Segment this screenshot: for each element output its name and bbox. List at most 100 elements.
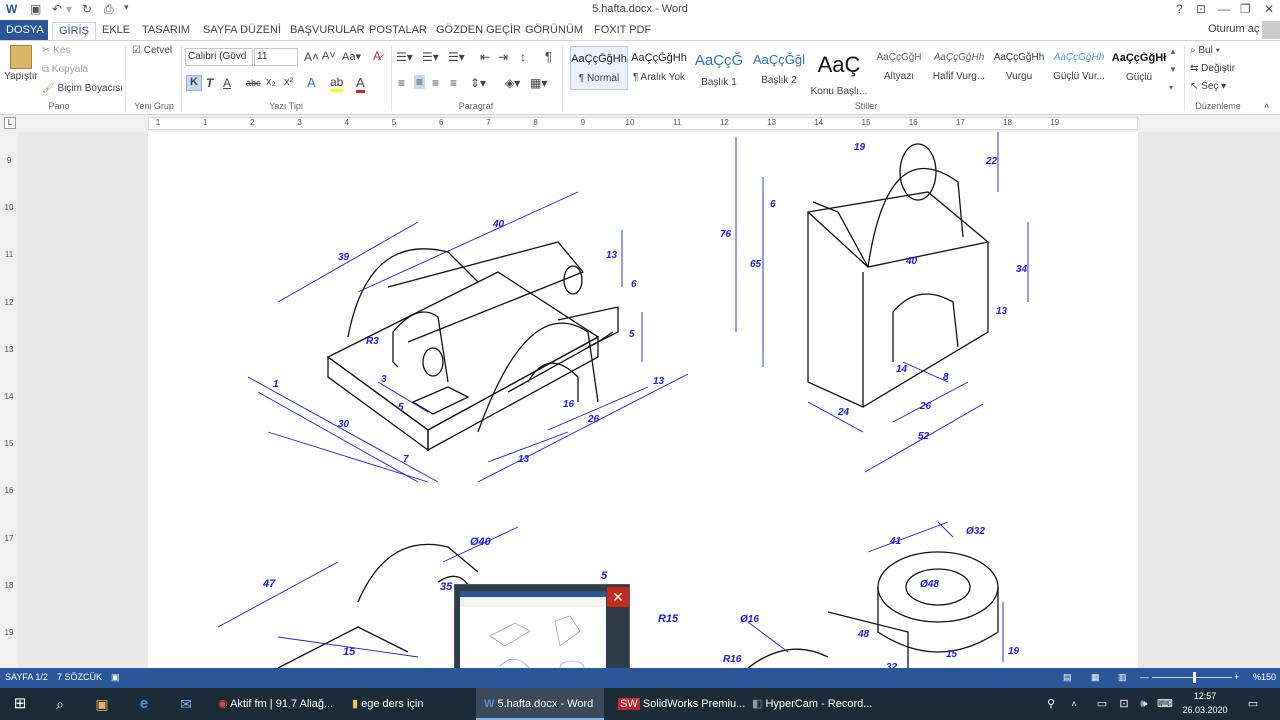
taskbar-folder[interactable]: ▮ ege ders için [344,688,472,720]
thumbnail-close-button[interactable]: ✕ [607,587,629,607]
clock-date[interactable]: 26.03.2020 [1178,705,1232,715]
document-area[interactable]: 39 40 13 6 5 13 26 16 13 7 30 1 5 3 R3 1… [18,132,1280,668]
change-case-icon[interactable]: Aa▾ [342,50,361,63]
tab-review[interactable]: GÖZDEN GEÇİR [430,22,527,40]
tab-selector[interactable]: L [4,117,16,129]
multilevel-list-icon[interactable]: ☰▾ [448,50,465,64]
tab-mailings[interactable]: POSTALAR [363,22,433,40]
ruler-checkbox[interactable]: ☑ Cetvel [132,45,172,56]
shading-icon[interactable]: ◈▾ [505,76,520,90]
tab-foxit[interactable]: FOXIT PDF [588,22,657,40]
style-item[interactable]: AaÇçĞğHh Vurgu [990,46,1048,90]
font-name-select[interactable]: Calibri (Gövd [185,48,253,66]
volume-icon[interactable]: 🕪 [1134,688,1154,720]
format-painter-button[interactable]: 🖌 Biçim Boyacısı [42,83,123,94]
style-item[interactable]: AaÇçĞ Başlık 1 [690,46,748,90]
collapse-ribbon-icon[interactable]: ˄ [1264,101,1269,111]
tab-file[interactable]: DOSYA [0,20,48,40]
style-item[interactable]: AaÇçĞğHh ¶ Aralık Yok [630,46,688,90]
zoom-out-icon[interactable]: — [1140,672,1149,682]
language-icon[interactable]: ⌨ [1156,688,1174,720]
subscript-button[interactable]: x₂ [266,76,276,88]
edge-icon[interactable]: e [124,688,164,720]
zoom-level[interactable]: %150 [1253,672,1276,682]
web-layout-icon[interactable]: ▥ [1118,672,1127,683]
page-indicator[interactable]: SAYFA 1/2 [5,672,48,682]
tab-home[interactable]: GİRİŞ [52,22,96,40]
proofing-icon[interactable]: ▣ [111,672,120,683]
zoom-in-icon[interactable]: + [1234,672,1239,682]
strikethrough-button[interactable]: abc [246,78,261,88]
sign-in-link[interactable]: Oturum aç [1208,23,1259,35]
taskbar-thumbnail-preview[interactable]: ✕ [454,584,630,680]
ribbon-display-icon[interactable]: ⊡ [1196,2,1206,16]
find-button[interactable]: ⌕ Bul ▾ [1190,45,1220,56]
shrink-font-icon[interactable]: A˅ [322,50,336,62]
text-effects-icon[interactable]: A [307,75,316,90]
align-left-icon[interactable]: ≡ [398,76,405,90]
clear-format-icon[interactable]: A̷ [373,49,381,63]
gallery-down-icon[interactable]: ▼ [1169,65,1177,74]
align-center-icon[interactable]: ≡ [414,75,426,89]
tab-references[interactable]: BAŞVURULAR [284,22,371,40]
help-button[interactable]: ? [1176,2,1183,16]
style-item[interactable]: AaÇçĞğHh Hafif Vurg... [930,46,988,90]
cut-button[interactable]: ✂ Kes [42,45,70,56]
tab-insert[interactable]: EKLE [96,22,136,40]
show-marks-icon[interactable]: ¶ [545,49,552,64]
copy-button[interactable]: ⧉ Kopyala [42,64,88,75]
read-mode-icon[interactable]: ▤ [1063,672,1072,683]
tab-design[interactable]: TASARIM [136,22,196,40]
document-page[interactable]: 39 40 13 6 5 13 26 16 13 7 30 1 5 3 R3 1… [148,132,1138,668]
borders-icon[interactable]: ▦▾ [530,76,547,90]
italic-button[interactable]: T [206,76,213,90]
replace-button[interactable]: ⇆ Değiştir [1190,63,1235,74]
numbering-icon[interactable]: ☰▾ [422,50,439,64]
paste-button[interactable]: Yapıştır [4,45,38,82]
highlight-icon[interactable]: ab [330,75,344,92]
style-item[interactable]: AaÇçĞğHł Güçlü [1110,46,1168,90]
line-spacing-icon[interactable]: ⇕▾ [470,76,486,90]
increase-indent-icon[interactable]: ⇥ [498,50,508,64]
tab-layout[interactable]: SAYFA DÜZENİ [197,22,287,40]
close-button[interactable]: ✕ [1264,2,1274,16]
superscript-button[interactable]: x² [284,76,293,88]
show-hidden-icons[interactable]: ˄ [1066,688,1082,720]
taskbar-chrome[interactable]: ◉ Aktif fm | 91.7 Aliağ... [210,688,338,720]
zoom-slider[interactable] [1152,677,1232,678]
start-windows-icon[interactable]: ⊞ [0,688,40,720]
underline-button[interactable]: A [223,76,231,90]
grow-font-icon[interactable]: A˄ [304,50,319,64]
font-size-select[interactable]: 11 [254,48,298,66]
account-avatar[interactable] [1262,21,1280,39]
gallery-up-icon[interactable]: ▲ [1169,47,1177,56]
people-icon[interactable]: ⚲ [1040,688,1062,720]
style-item[interactable]: AaÇçĞğHh ¶ Normal [570,46,628,90]
battery-icon[interactable]: ▭ [1092,688,1112,720]
select-button[interactable]: ↖ Seç ▾ [1190,81,1226,92]
style-item[interactable]: AaÇçĞğl Başlık 2 [750,46,808,90]
search-icon[interactable]: ⌕ [40,688,80,720]
minimize-button[interactable]: — [1218,2,1230,16]
store-icon[interactable]: ▣ [82,688,122,720]
tab-view[interactable]: GÖRÜNÜM [519,22,589,40]
justify-icon[interactable]: ≡ [450,76,457,90]
decrease-indent-icon[interactable]: ⇤ [480,50,490,64]
bold-button[interactable]: K [186,75,202,91]
notifications-icon[interactable]: ▭ [1238,688,1268,720]
mail-icon[interactable]: ✉ [166,688,206,720]
sort-icon[interactable]: ↕ [520,50,526,64]
taskbar-solidworks[interactable]: SW SolidWorks Premiu... [610,688,745,720]
style-item[interactable]: AaÇ Konu Başlı... [810,46,868,97]
style-item[interactable]: AaÇçĞğHh Güçlü Vur... [1050,46,1108,90]
word-count[interactable]: 7 SÖZCÜK [57,672,102,682]
taskbar-word[interactable]: W 5.hafta.docx - Word [476,688,604,720]
style-item[interactable]: AaÇçĞğH Altyazı [870,46,928,90]
print-layout-icon[interactable]: ▦ [1091,672,1100,683]
gallery-more-icon[interactable]: ▾ [1169,83,1173,92]
restore-button[interactable]: ❐ [1240,2,1251,16]
zoom-slider-thumb[interactable] [1193,672,1196,683]
network-icon[interactable]: ⊡ [1114,688,1134,720]
font-color-icon[interactable]: A [356,75,365,93]
bullets-icon[interactable]: ☰▾ [396,50,413,64]
